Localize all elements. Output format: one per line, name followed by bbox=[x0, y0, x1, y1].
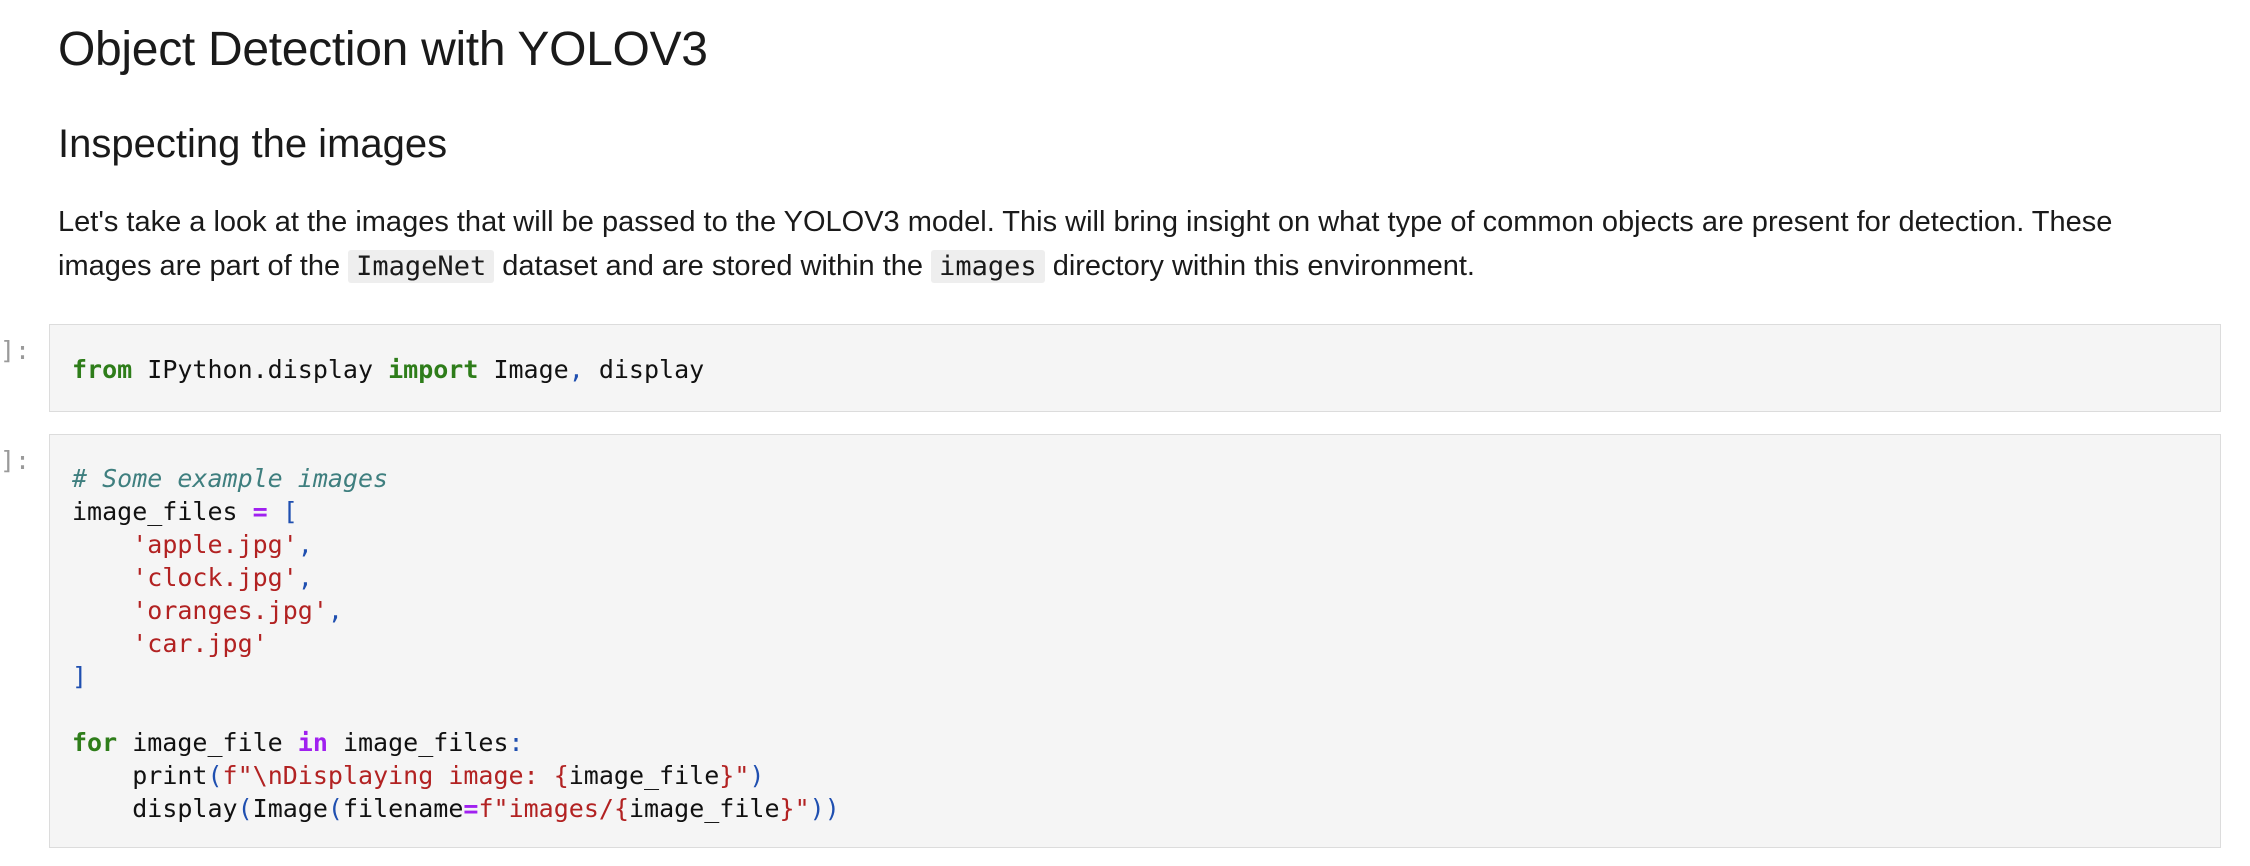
intro-text: images are part of the bbox=[58, 250, 349, 282]
code-line: display(Image(filename=f"images/{image_f… bbox=[132, 794, 840, 823]
inline-code-imagenet: ImageNet bbox=[348, 250, 495, 283]
code-line: image_files = [ bbox=[72, 497, 298, 526]
intro-text: directory within this environment. bbox=[1044, 250, 1475, 282]
code-line: # Some example images bbox=[72, 464, 389, 493]
intro-text: dataset and are stored within the bbox=[494, 250, 932, 282]
code-editor[interactable]: # Some example images image_files = [ 'ap… bbox=[50, 435, 2220, 825]
intro-line-1: Let's take a look at the images that wil… bbox=[58, 206, 2113, 238]
intro-line-2: images are part of the ImageNet dataset … bbox=[58, 244, 2218, 289]
code-line: print(f"\nDisplaying image: {image_file}… bbox=[132, 761, 765, 790]
code-cell-imports[interactable]: from IPython.display import Image, displ… bbox=[49, 324, 2221, 412]
cell-prompt: ]: bbox=[0, 446, 31, 475]
page-title: Object Detection with YOLOV3 bbox=[58, 23, 708, 76]
cell-prompt: ]: bbox=[0, 336, 31, 365]
code-line: from IPython.display import Image, displ… bbox=[72, 355, 705, 384]
code-editor[interactable]: from IPython.display import Image, displ… bbox=[50, 325, 2220, 386]
code-line: 'clock.jpg', bbox=[132, 563, 313, 592]
intro-paragraph: Let's take a look at the images that wil… bbox=[58, 200, 2218, 289]
code-line: 'apple.jpg', bbox=[132, 530, 313, 559]
code-cell-display-images[interactable]: # Some example images image_files = [ 'ap… bbox=[49, 434, 2221, 848]
code-line: 'oranges.jpg', bbox=[132, 596, 343, 625]
code-line: 'car.jpg' bbox=[132, 629, 268, 658]
code-line: for image_file in image_files: bbox=[72, 728, 524, 757]
code-line: ] bbox=[72, 662, 88, 691]
inline-code-images: images bbox=[931, 250, 1045, 283]
section-heading: Inspecting the images bbox=[58, 122, 448, 166]
